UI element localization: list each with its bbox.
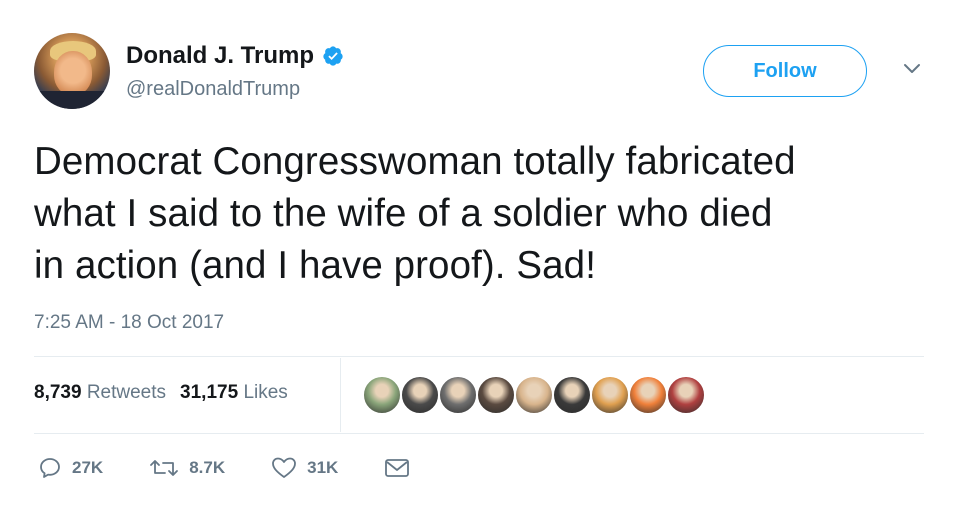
heart-icon <box>272 457 297 478</box>
liker-avatar[interactable] <box>666 375 706 415</box>
tweet-text-line: what I said to the wife of a soldier who… <box>34 192 773 235</box>
retweets-stat[interactable]: 8,739 Retweets <box>34 382 166 404</box>
author-avatar[interactable] <box>34 33 110 109</box>
liker-avatar[interactable] <box>400 375 440 415</box>
liker-avatar[interactable] <box>438 375 478 415</box>
liker-avatars <box>362 375 706 415</box>
liker-avatar[interactable] <box>628 375 668 415</box>
retweet-icon <box>150 460 179 476</box>
chevron-down-icon[interactable] <box>903 63 921 75</box>
avatar-face <box>54 51 92 95</box>
reply-button[interactable]: 27K <box>38 456 103 480</box>
divider <box>34 433 924 434</box>
tweet-stats: 8,739 Retweets 31,175 Likes <box>34 382 288 404</box>
liker-avatar[interactable] <box>514 375 554 415</box>
divider <box>34 356 924 357</box>
reply-icon <box>40 458 60 478</box>
tweet-text-line: Democrat Congresswoman totally fabricate… <box>34 140 796 183</box>
follow-button[interactable]: Follow <box>703 45 867 97</box>
likes-stat[interactable]: 31,175 Likes <box>180 382 288 404</box>
liker-avatar[interactable] <box>362 375 402 415</box>
reply-count: 27K <box>72 458 104 477</box>
author-handle[interactable]: @realDonaldTrump <box>126 78 300 101</box>
tweet-text-line: in action (and I have proof). Sad! <box>34 244 596 287</box>
liker-avatar[interactable] <box>476 375 516 415</box>
liker-avatar[interactable] <box>552 375 592 415</box>
author-name-text[interactable]: Donald J. Trump <box>126 42 314 70</box>
verified-badge-icon <box>323 46 343 66</box>
stats-separator <box>340 358 341 432</box>
liker-avatar[interactable] <box>590 375 630 415</box>
tweet-text: Democrat Congresswoman totally fabricate… <box>34 136 944 292</box>
like-count: 31K <box>307 458 339 477</box>
retweet-count: 8.7K <box>189 458 226 477</box>
retweet-button[interactable]: 8.7K <box>149 456 225 480</box>
tweet-timestamp[interactable]: 7:25 AM - 18 Oct 2017 <box>34 312 224 334</box>
envelope-icon <box>385 459 410 477</box>
author-name[interactable]: Donald J. Trump <box>126 42 344 70</box>
retweets-count: 8,739 <box>34 382 82 403</box>
likes-count: 31,175 <box>180 382 239 403</box>
like-button[interactable]: 31K <box>271 456 338 480</box>
direct-message-button[interactable] <box>384 457 410 479</box>
retweets-label: Retweets <box>86 382 167 403</box>
avatar-suit <box>34 91 110 109</box>
likes-label: Likes <box>243 382 288 403</box>
tweet-actions: 27K 8.7K 31K <box>38 456 410 480</box>
